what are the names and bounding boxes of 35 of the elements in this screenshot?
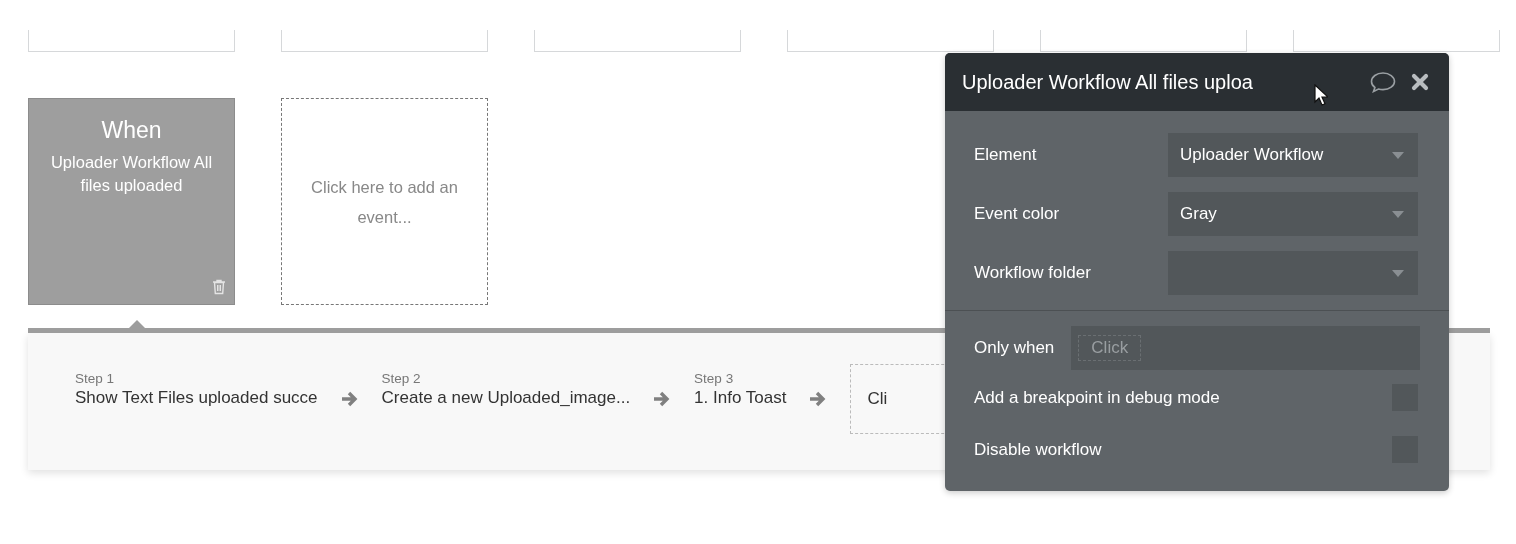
workflow-step[interactable]: Step 3 1. Info Toast bbox=[694, 371, 787, 408]
step-title: 1. Info Toast bbox=[694, 388, 787, 408]
event-card[interactable] bbox=[534, 30, 741, 52]
workflow-step[interactable]: Step 2 Create a new Uploaded_image... bbox=[381, 371, 631, 408]
event-card[interactable] bbox=[1293, 30, 1500, 52]
event-card[interactable] bbox=[787, 30, 994, 52]
dropdown[interactable]: Gray bbox=[1168, 192, 1418, 236]
comment-icon[interactable] bbox=[1369, 71, 1397, 93]
event-name: Uploader Workflow All files uploaded bbox=[49, 152, 214, 196]
event-card[interactable] bbox=[1040, 30, 1247, 52]
step-title: Show Text Files uploaded succe bbox=[75, 388, 318, 408]
arrow-icon bbox=[339, 389, 360, 408]
caret-icon bbox=[1392, 151, 1404, 159]
event-heading: When bbox=[101, 117, 162, 144]
caret-icon bbox=[1392, 210, 1404, 218]
field-label: Element bbox=[974, 145, 1038, 165]
workflow-step[interactable]: Step 1 Show Text Files uploaded succe bbox=[75, 371, 318, 408]
dropdown[interactable]: Uploader Workflow bbox=[1168, 133, 1418, 177]
step-label: Step 3 bbox=[694, 371, 735, 386]
step-title: Create a new Uploaded_image... bbox=[381, 388, 631, 408]
add-event-button[interactable]: Click here to add an event... bbox=[281, 98, 488, 305]
step-label: Step 1 bbox=[75, 371, 116, 386]
field-label: Workflow folder bbox=[974, 263, 1092, 283]
close-icon[interactable] bbox=[1411, 73, 1429, 91]
dropdown[interactable] bbox=[1168, 251, 1418, 295]
caret-icon bbox=[1392, 269, 1404, 277]
event-card[interactable] bbox=[281, 30, 488, 52]
cursor-icon bbox=[1314, 84, 1328, 106]
field-label: Only when bbox=[974, 338, 1055, 358]
field-label: Event color bbox=[974, 204, 1061, 224]
step-label: Step 2 bbox=[381, 371, 422, 386]
trash-icon[interactable] bbox=[212, 279, 226, 295]
popup-title: Uploader Workflow All files uploa bbox=[962, 70, 1254, 94]
checkbox-label: Disable workflow bbox=[974, 439, 1103, 460]
event-card[interactable] bbox=[28, 30, 235, 52]
